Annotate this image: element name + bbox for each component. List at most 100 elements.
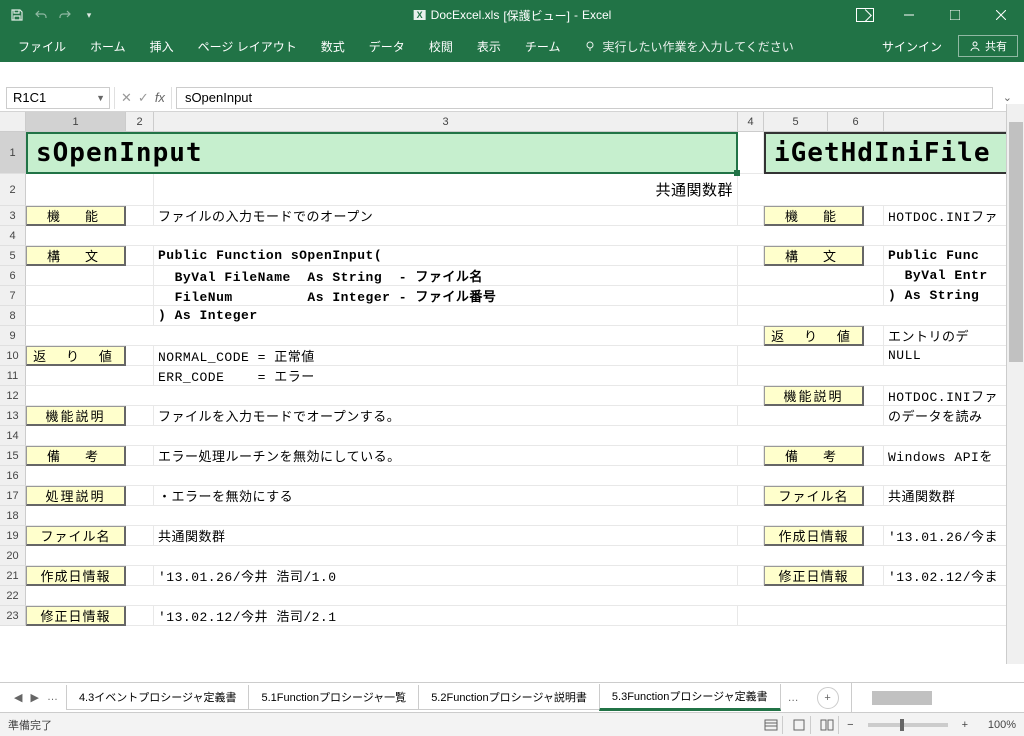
cell-text[interactable]: '13.01.26/今ま [884, 526, 1014, 546]
formula-input[interactable]: sOpenInput [176, 87, 993, 109]
redo-icon[interactable] [56, 6, 74, 24]
tab-data[interactable]: データ [357, 30, 417, 62]
row-header[interactable]: 20 [0, 546, 26, 566]
col-header[interactable] [884, 112, 1014, 131]
zoom-in-button[interactable]: + [958, 719, 972, 731]
row-header[interactable]: 1 [0, 132, 26, 174]
view-page-break-icon[interactable] [815, 716, 839, 734]
section-label[interactable]: ファイル名 [764, 486, 864, 506]
cell-text[interactable]: エントリのデ [884, 326, 1014, 346]
cell-text[interactable]: ・エラーを無効にする [154, 486, 738, 506]
row-header[interactable]: 23 [0, 606, 26, 626]
signin-link[interactable]: サインイン [872, 38, 952, 55]
tab-team[interactable]: チーム [513, 30, 573, 62]
close-button[interactable] [978, 0, 1024, 30]
select-all-corner[interactable] [0, 112, 26, 132]
ribbon-display-icon[interactable] [856, 8, 874, 22]
section-label[interactable]: 構 文 [26, 246, 126, 266]
col-header[interactable]: 5 [764, 112, 828, 131]
view-page-layout-icon[interactable] [787, 716, 811, 734]
cell-text[interactable]: ファイルを入力モードでオープンする。 [154, 406, 738, 426]
tab-nav-next-icon[interactable]: ▶ [30, 691, 38, 704]
cell-text[interactable]: ByVal Entr [884, 266, 1014, 286]
section-label[interactable]: 構 文 [764, 246, 864, 266]
row-header[interactable]: 10 [0, 346, 26, 366]
cell-text[interactable]: ) As String [884, 286, 1014, 306]
row-header[interactable]: 11 [0, 366, 26, 386]
enter-formula-icon[interactable]: ✓ [138, 90, 149, 106]
tab-file[interactable]: ファイル [6, 30, 78, 62]
section-label[interactable]: 返 り 値 [26, 346, 126, 366]
cell-text[interactable]: '13.02.12/今ま [884, 566, 1014, 586]
cell-text[interactable]: Public Func [884, 246, 1014, 266]
sheet-tab-active[interactable]: 5.3Functionプロシージャ定義書 [599, 684, 781, 711]
tab-page-layout[interactable]: ページ レイアウト [186, 30, 309, 62]
formula-expand-icon[interactable]: ⌄ [997, 91, 1018, 104]
name-box-dropdown-icon[interactable]: ▼ [96, 93, 105, 103]
tab-review[interactable]: 校閲 [417, 30, 465, 62]
scroll-thumb[interactable] [1009, 122, 1023, 362]
cell-text[interactable]: NULL [884, 346, 1014, 366]
cell-text[interactable]: ) As Integer [154, 306, 738, 326]
section-label[interactable]: 機 能 [764, 206, 864, 226]
tab-nav-more-icon[interactable]: … [780, 692, 807, 704]
cell-text[interactable]: Windows APIを [884, 446, 1014, 466]
row-header[interactable]: 21 [0, 566, 26, 586]
zoom-out-button[interactable]: − [843, 719, 857, 731]
maximize-button[interactable] [932, 0, 978, 30]
name-box[interactable]: R1C1 ▼ [6, 87, 110, 109]
cell-text[interactable]: エラー処理ルーチンを無効にしている。 [154, 446, 738, 466]
row-header[interactable]: 6 [0, 266, 26, 286]
section-label[interactable]: ファイル名 [26, 526, 126, 546]
zoom-level[interactable]: 100% [976, 719, 1016, 731]
cell-text[interactable]: HOTDOC.INIファ [884, 386, 1014, 406]
col-header[interactable]: 6 [828, 112, 884, 131]
tab-view[interactable]: 表示 [465, 30, 513, 62]
col-header[interactable]: 4 [738, 112, 764, 131]
function-title-left[interactable]: sOpenInput [26, 132, 738, 174]
save-icon[interactable] [8, 6, 26, 24]
section-label[interactable]: 作成日情報 [26, 566, 126, 586]
cell-text[interactable]: のデータを読み [884, 406, 1014, 426]
cell-text[interactable]: '13.01.26/今井 浩司/1.0 [154, 566, 738, 586]
section-label[interactable]: 処理説明 [26, 486, 126, 506]
cell-text[interactable]: 共通関数群 [154, 526, 738, 546]
fx-icon[interactable]: fx [155, 90, 165, 105]
cell-text[interactable]: NORMAL_CODE = 正常値 [154, 346, 738, 366]
row-header[interactable]: 4 [0, 226, 26, 246]
tab-formulas[interactable]: 数式 [309, 30, 357, 62]
col-header[interactable]: 3 [154, 112, 738, 131]
section-label[interactable]: 備 考 [764, 446, 864, 466]
row-header[interactable]: 17 [0, 486, 26, 506]
cell-text[interactable]: FileNum As Integer - ファイル番号 [154, 286, 738, 306]
row-header[interactable]: 2 [0, 174, 26, 206]
row-header[interactable]: 7 [0, 286, 26, 306]
row-header[interactable]: 9 [0, 326, 26, 346]
cell-text[interactable]: ByVal FileName As String - ファイル名 [154, 266, 738, 286]
section-label[interactable]: 機能説明 [26, 406, 126, 426]
row-header[interactable]: 19 [0, 526, 26, 546]
cell-text[interactable]: '13.02.12/今井 浩司/2.1 [154, 606, 738, 626]
row-header[interactable]: 3 [0, 206, 26, 226]
row-header[interactable]: 14 [0, 426, 26, 446]
row-header[interactable]: 18 [0, 506, 26, 526]
zoom-slider[interactable] [868, 723, 948, 727]
cell-text[interactable]: ファイルの入力モードでのオープン [154, 206, 738, 226]
col-header[interactable]: 1 [26, 112, 126, 131]
row-header[interactable]: 8 [0, 306, 26, 326]
share-button[interactable]: 共有 [958, 35, 1018, 57]
sheet-tab[interactable]: 5.1Functionプロシージャ一覧 [248, 685, 419, 710]
tab-insert[interactable]: 挿入 [138, 30, 186, 62]
col-header[interactable]: 2 [126, 112, 154, 131]
tab-home[interactable]: ホーム [78, 30, 138, 62]
row-header[interactable]: 12 [0, 386, 26, 406]
section-label[interactable]: 作成日情報 [764, 526, 864, 546]
undo-icon[interactable] [32, 6, 50, 24]
cell-text[interactable]: 共通関数群 [884, 486, 1014, 506]
tellme-search[interactable]: 実行したい作業を入力してください [572, 38, 805, 55]
subtitle[interactable]: 共通関数群 [154, 174, 738, 206]
cancel-formula-icon[interactable]: ✕ [121, 90, 132, 106]
section-label[interactable]: 修正日情報 [26, 606, 126, 626]
row-header[interactable]: 15 [0, 446, 26, 466]
cell-text[interactable]: Public Function sOpenInput( [154, 246, 738, 266]
